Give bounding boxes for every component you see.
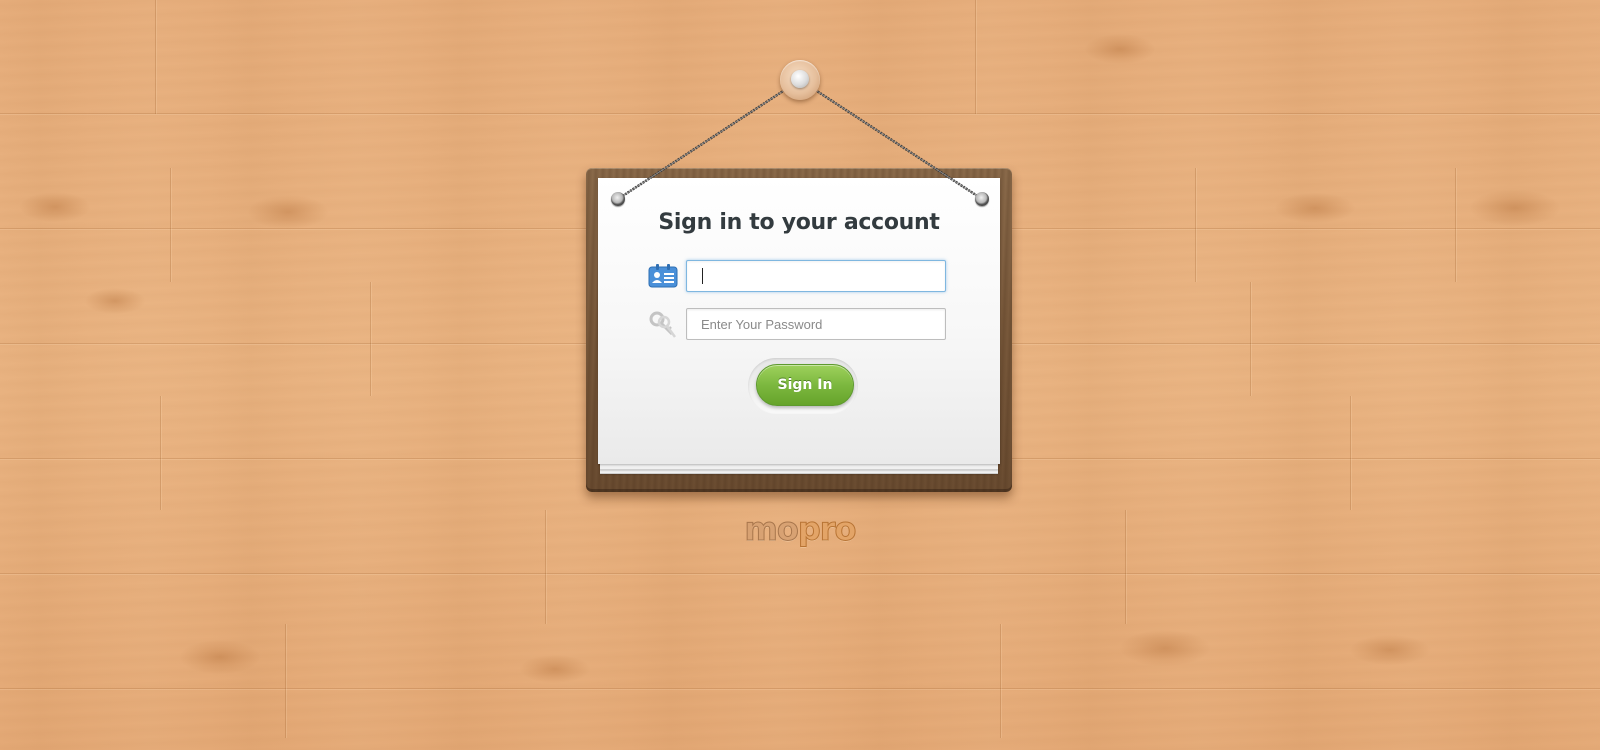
logo-part-pro: pro (797, 510, 857, 549)
password-input[interactable] (686, 308, 946, 340)
left-grommet (611, 192, 625, 206)
username-row (648, 260, 948, 292)
id-card-icon (648, 262, 678, 290)
right-grommet (975, 192, 989, 206)
login-form: Sign in to your account Sign In (598, 178, 1000, 464)
page-title: Sign in to your account (658, 210, 940, 235)
logo-part-mo: mo (744, 510, 799, 549)
username-input[interactable] (686, 260, 946, 292)
keys-icon (648, 310, 678, 338)
paper-sheet-under (600, 463, 998, 470)
text-caret (702, 268, 703, 284)
paper-stack: Sign in to your account Sign In (598, 178, 1000, 474)
password-row (648, 308, 948, 340)
pushpin-head (791, 70, 809, 88)
brand-logo: mopro (0, 510, 1600, 549)
sign-in-button[interactable]: Sign In (756, 364, 854, 406)
pushpin (780, 60, 820, 100)
login-board: Sign in to your account Sign In (586, 168, 1012, 492)
